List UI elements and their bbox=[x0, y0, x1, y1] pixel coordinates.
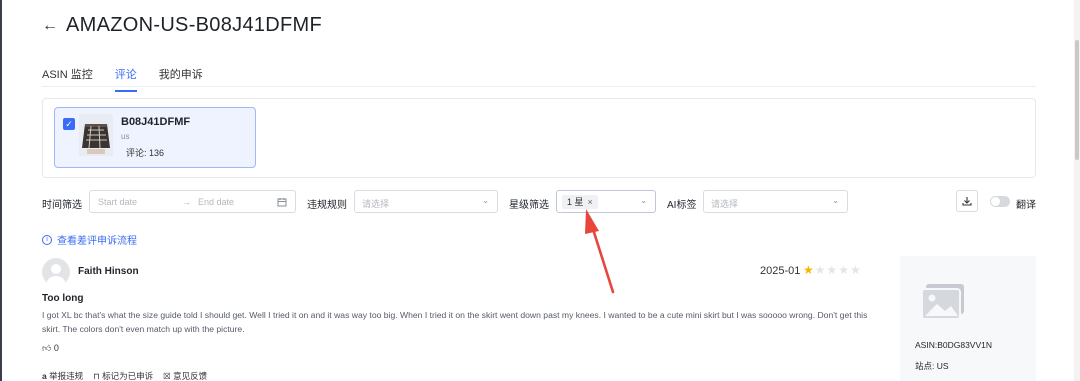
tab-bar: ASIN 监控 评论 我的申诉 bbox=[42, 66, 203, 92]
feedback-button[interactable]: ☒ 意见反馈 bbox=[163, 370, 207, 381]
chevron-down-icon: ⌄ bbox=[640, 196, 647, 205]
download-icon bbox=[962, 197, 972, 206]
linked-asin: ASIN:B0DG83VV1N bbox=[915, 340, 993, 350]
time-filter-label: 时间筛选 bbox=[42, 200, 82, 211]
mark-appealed-button[interactable]: ⊓ 标记为已申诉 bbox=[93, 370, 153, 381]
filter-bar: 时间筛选 Start date → End date 违规规则 请选择 ⌄ 星级… bbox=[42, 190, 1036, 214]
star-icon: ★ bbox=[838, 263, 851, 277]
tab-my-appeals[interactable]: 我的申诉 bbox=[159, 66, 203, 92]
bookmark-icon: ⊓ bbox=[93, 371, 100, 381]
start-date-input[interactable]: Start date bbox=[98, 197, 137, 207]
review-actions: a 举报违规 ⊓ 标记为已申诉 ☒ 意见反馈 bbox=[42, 370, 207, 381]
star-icon: ★ bbox=[814, 263, 827, 277]
reviewer-name[interactable]: Faith Hinson bbox=[78, 266, 139, 277]
product-review-count: 评论: 136 bbox=[126, 148, 165, 158]
product-thumbnail bbox=[79, 114, 113, 156]
thumbs-up-icon: 👍︎ bbox=[42, 343, 52, 353]
ai-tag-select-placeholder: 请选择 bbox=[711, 199, 739, 209]
amazon-icon: a bbox=[42, 371, 47, 381]
review-date: 2025-01 bbox=[760, 265, 801, 277]
scrollbar[interactable] bbox=[1074, 0, 1080, 381]
star-icon: ★ bbox=[826, 263, 839, 277]
product-site: us bbox=[121, 132, 130, 141]
star-filter-label: 星级筛选 bbox=[509, 200, 549, 211]
star-filter-tag-label: 1 星 bbox=[567, 197, 584, 207]
ai-tag-filter-label: AI标签 bbox=[667, 200, 697, 211]
header: ← AMAZON-US-B08J41DFMF bbox=[42, 14, 322, 37]
product-panel: ✓ B08J41DFMF us 评论: 136 bbox=[42, 98, 1036, 178]
scrollbar-thumb[interactable] bbox=[1075, 40, 1079, 160]
appeal-process-link-text[interactable]: 查看差评申诉流程 bbox=[57, 232, 137, 247]
appeal-process-link[interactable]: i 查看差评申诉流程 bbox=[42, 232, 137, 247]
star-rating: ★★★★★ bbox=[803, 263, 862, 277]
calendar-icon bbox=[277, 198, 287, 207]
tag-close-icon[interactable]: × bbox=[588, 197, 593, 207]
product-card[interactable]: ✓ B08J41DFMF us 评论: 136 bbox=[54, 107, 256, 168]
violation-filter-label: 违规规则 bbox=[307, 200, 347, 211]
star-filter-tag: 1 星 × bbox=[562, 195, 598, 209]
chevron-down-icon: ⌄ bbox=[482, 196, 489, 205]
report-violation-button[interactable]: a 举报违规 bbox=[42, 370, 83, 381]
feedback-icon: ☒ bbox=[163, 371, 171, 381]
star-icon: ★ bbox=[850, 263, 862, 277]
product-checkbox[interactable]: ✓ bbox=[63, 118, 75, 130]
like-button[interactable]: 👍︎ 0 bbox=[42, 343, 59, 354]
like-count: 0 bbox=[53, 343, 59, 353]
tab-asin-monitor[interactable]: ASIN 监控 bbox=[42, 66, 93, 92]
arrow-left-icon[interactable]: ← bbox=[42, 17, 58, 35]
download-button[interactable] bbox=[956, 190, 978, 212]
translate-toggle[interactable] bbox=[990, 196, 1010, 207]
window-edge bbox=[0, 0, 2, 381]
avatar bbox=[42, 258, 70, 286]
date-range-picker[interactable]: Start date → End date bbox=[89, 190, 296, 213]
translate-label: 翻译 bbox=[1016, 200, 1036, 211]
star-select[interactable]: 1 星 × ⌄ bbox=[556, 190, 656, 213]
user-icon bbox=[47, 264, 65, 286]
review-body: I got XL bc that's what the size guide t… bbox=[42, 310, 868, 334]
ai-tag-select[interactable]: 请选择 ⌄ bbox=[703, 190, 848, 213]
end-date-input[interactable]: End date bbox=[198, 197, 234, 207]
tab-divider bbox=[42, 86, 1036, 87]
linked-product-card[interactable]: ASIN:B0DG83VV1N 站点: US bbox=[900, 256, 1036, 381]
image-placeholder-icon bbox=[921, 284, 964, 320]
linked-site: 站点: US bbox=[915, 361, 949, 371]
page-title: AMAZON-US-B08J41DFMF bbox=[66, 14, 323, 36]
info-icon: i bbox=[42, 234, 52, 245]
tab-reviews[interactable]: 评论 bbox=[114, 66, 137, 92]
product-asin: B08J41DFMF bbox=[121, 116, 191, 128]
violation-select[interactable]: 请选择 ⌄ bbox=[354, 190, 498, 213]
star-icon: ★ bbox=[803, 263, 815, 277]
review-title: Too long bbox=[42, 293, 84, 304]
violation-select-placeholder: 请选择 bbox=[362, 199, 390, 209]
chevron-down-icon: ⌄ bbox=[832, 196, 839, 205]
date-separator: → bbox=[182, 197, 191, 207]
